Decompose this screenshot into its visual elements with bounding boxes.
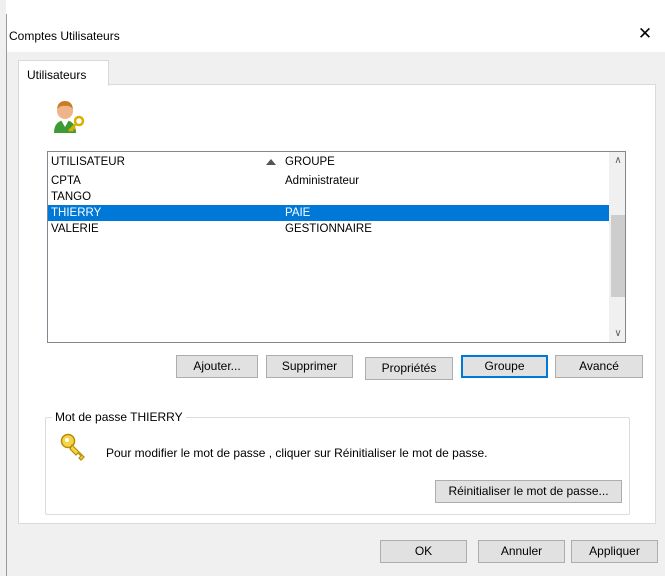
tab-utilisateurs[interactable]: Utilisateurs — [18, 60, 109, 86]
list-row-tango[interactable]: TANGO — [48, 189, 610, 205]
cell-group: PAIE — [285, 207, 311, 219]
apply-button[interactable]: Appliquer — [571, 540, 658, 563]
cell-user: CPTA — [51, 175, 81, 187]
scroll-thumb[interactable] — [611, 215, 625, 297]
ok-button[interactable]: OK — [380, 540, 467, 563]
cancel-button[interactable]: Annuler — [478, 540, 565, 563]
properties-button[interactable]: Propriétés — [365, 357, 453, 380]
key-icon — [59, 432, 89, 462]
scroll-down-icon[interactable]: ∨ — [610, 325, 625, 342]
vertical-scrollbar[interactable]: ∧ ∨ — [609, 152, 625, 342]
password-group-title: Mot de passe THIERRY — [52, 410, 186, 424]
title-bar: Comptes Utilisateurs ✕ — [7, 14, 665, 52]
cell-user: TANGO — [51, 191, 92, 203]
window-title: Comptes Utilisateurs — [9, 29, 120, 43]
sort-ascending-icon — [266, 159, 276, 165]
cell-user: VALERIE — [51, 223, 99, 235]
cell-group: Administrateur — [285, 175, 360, 187]
cell-user: THIERRY — [51, 207, 102, 219]
cell-group: GESTIONNAIRE — [285, 223, 372, 235]
advanced-button[interactable]: Avancé — [555, 355, 643, 378]
close-button[interactable]: ✕ — [631, 20, 659, 48]
password-instruction: Pour modifier le mot de passe , cliquer … — [106, 446, 488, 460]
password-groupbox: Mot de passe THIERRY Pour modifier le mo… — [45, 410, 630, 515]
tab-panel: UTILISATEUR GROUPE CPTA Administrateur T… — [18, 84, 656, 524]
column-header-user[interactable]: UTILISATEUR — [51, 156, 125, 168]
user-key-icon — [49, 97, 89, 137]
column-header-group[interactable]: GROUPE — [285, 156, 335, 168]
list-row-valerie[interactable]: VALERIE GESTIONNAIRE — [48, 221, 610, 237]
reset-password-button[interactable]: Réinitialiser le mot de passe... — [435, 480, 622, 503]
add-button[interactable]: Ajouter... — [176, 355, 258, 378]
tab-label: Utilisateurs — [27, 68, 87, 82]
scroll-up-icon[interactable]: ∧ — [610, 152, 625, 169]
list-row-thierry-selected[interactable]: THIERRY PAIE — [48, 205, 610, 221]
group-button[interactable]: Groupe — [461, 355, 548, 378]
list-row-cpta[interactable]: CPTA Administrateur — [48, 173, 610, 189]
user-accounts-dialog: Comptes Utilisateurs ✕ Utilisateurs UTIL… — [6, 14, 665, 576]
delete-button[interactable]: Supprimer — [266, 355, 353, 378]
list-header: UTILISATEUR GROUPE — [48, 152, 608, 172]
user-list[interactable]: UTILISATEUR GROUPE CPTA Administrateur T… — [47, 151, 626, 343]
